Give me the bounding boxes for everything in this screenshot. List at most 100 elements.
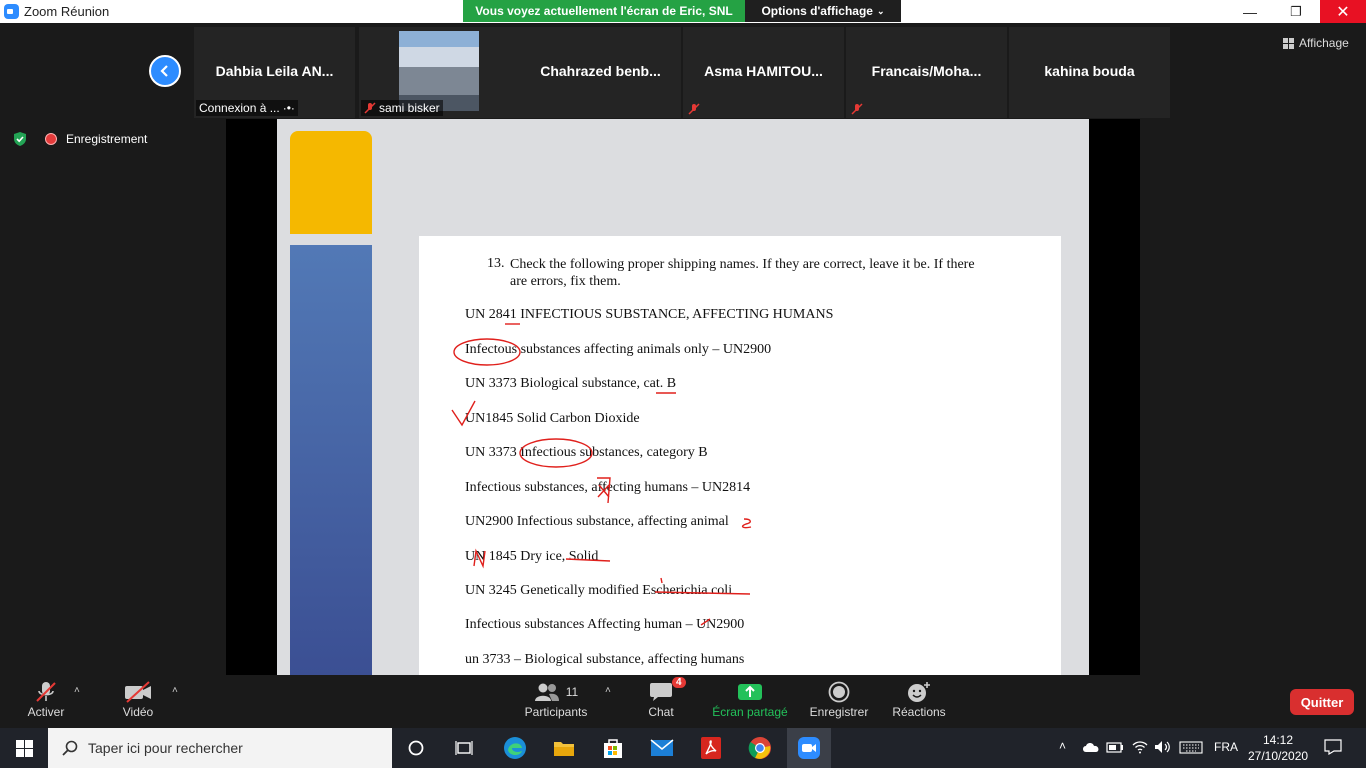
minimize-button[interactable]: — (1227, 0, 1273, 23)
layout-view-button[interactable]: Affichage (1283, 36, 1349, 50)
taskbar-app-acrobat[interactable] (696, 733, 726, 763)
reactions-button[interactable]: Réactions (890, 679, 948, 719)
show-hidden-icons-chevron-icon[interactable]: ˄ (1059, 739, 1066, 753)
document-line: UN2900 Infectious substance, affecting a… (465, 514, 729, 529)
unmute-button[interactable]: Activer (24, 679, 68, 719)
layout-view-label: Affichage (1299, 36, 1349, 50)
taskbar-app-store[interactable] (598, 733, 628, 763)
record-icon (828, 681, 850, 703)
document-line: UN 3373 Biological substance, cat. B (465, 376, 677, 391)
document-line: Infectious substances, affecting humans … (465, 480, 751, 495)
taskbar-app-mail[interactable] (647, 733, 677, 763)
participant-footer: Connexion à ... ·•· (196, 100, 298, 116)
video-label: Vidéo (122, 705, 154, 719)
chat-unread-badge: 4 (672, 677, 686, 688)
participants-label: Participants (524, 705, 588, 719)
task-view-button[interactable] (449, 733, 479, 763)
taskbar-clock[interactable]: 14:12 27/10/2020 (1248, 732, 1308, 764)
close-window-button[interactable]: ✕ (1320, 0, 1366, 23)
edge-browser-icon (504, 737, 526, 759)
question-number: 13. (487, 256, 505, 271)
share-screen-button[interactable]: Écran partagé (712, 679, 788, 719)
taskbar-search-box[interactable]: Taper ici pour rechercher (48, 728, 392, 768)
participants-icon (534, 683, 559, 701)
video-off-icon (125, 681, 151, 703)
windows-logo-icon (15, 739, 33, 757)
close-icon: ✕ (1336, 3, 1350, 21)
audio-options-chevron-icon[interactable]: ˄ (74, 685, 80, 696)
share-screen-icon (738, 684, 762, 700)
document-line: UN 3373 Infectious substances, category … (465, 445, 708, 460)
taskbar-app-chrome[interactable] (745, 733, 775, 763)
folder-icon (554, 742, 574, 756)
participant-name: Dahbia Leila AN... (215, 63, 334, 79)
video-options-chevron-icon[interactable]: ˄ (172, 685, 178, 696)
recording-label[interactable]: Enregistrement (66, 132, 147, 146)
reactions-smiley-icon (908, 682, 930, 702)
participant-tile[interactable]: kahina bouda (1009, 27, 1170, 118)
muted-mic-icon (851, 103, 863, 115)
participant-name: Asma HAMITOU... (704, 63, 823, 79)
document-line: Infectous substances affecting animals o… (465, 342, 772, 357)
chevron-down-icon: ⌄ (876, 5, 885, 16)
keyboard-icon[interactable] (1179, 741, 1203, 754)
participant-footer (685, 102, 703, 116)
participant-name: Francais/Moha... (871, 63, 982, 79)
participant-tile[interactable]: Francais/Moha... (846, 27, 1007, 118)
leave-meeting-button[interactable]: Quitter (1290, 689, 1354, 715)
participants-options-chevron-icon[interactable]: ˄ (605, 685, 611, 696)
taskbar-app-zoom[interactable] (787, 728, 831, 768)
chat-label: Chat (648, 705, 674, 719)
clock-date: 27/10/2020 (1248, 749, 1309, 763)
start-button[interactable] (0, 728, 48, 768)
participant-footer: sami bisker (361, 100, 443, 116)
power-battery-icon[interactable] (1106, 740, 1124, 754)
participants-button[interactable]: 11 Participants (522, 679, 590, 719)
participant-name: kahina bouda (1044, 63, 1135, 79)
onedrive-cloud-icon[interactable] (1082, 741, 1100, 753)
document-line: UN 1845 Dry ice, Solid (465, 549, 599, 564)
document-line: Infectious substances Affecting human – … (465, 617, 745, 632)
participant-name: Chahrazed benb... (540, 63, 661, 79)
task-view-icon (455, 741, 473, 755)
store-bag-icon (604, 739, 622, 758)
participant-video-thumbnail (399, 31, 479, 111)
chat-button[interactable]: 4 Chat (641, 677, 686, 719)
participant-name: sami bisker (379, 101, 440, 115)
start-video-button[interactable]: Vidéo (118, 679, 158, 719)
participant-tile[interactable]: Asma HAMITOU... (683, 27, 844, 118)
input-language-indicator[interactable]: FRA (1214, 740, 1238, 754)
cortana-circle-icon (408, 740, 424, 756)
connection-dots-icon: ·•· (282, 101, 295, 115)
record-label: Enregistrer (809, 705, 869, 719)
taskbar-app-file-explorer[interactable] (549, 733, 579, 763)
window-title: Zoom Réunion (24, 4, 110, 19)
document-line: UN 3245 Genetically modified Escherichia… (465, 583, 733, 598)
question-text: Check the following proper shipping name… (510, 257, 975, 289)
participant-tile[interactable]: Dahbia Leila AN... Connexion à ... ·•· (194, 27, 355, 118)
view-options-button[interactable]: Options d'affichage ⌄ (745, 0, 901, 22)
view-options-label: Options d'affichage (761, 4, 873, 18)
participant-tile[interactable]: sami bisker (359, 27, 520, 118)
grid-icon (1283, 37, 1294, 49)
participant-tile[interactable]: Chahrazed benb... (520, 27, 681, 118)
zoom-app-icon (798, 737, 820, 759)
gallery-back-button[interactable] (149, 55, 181, 87)
security-shield-icon[interactable] (12, 131, 28, 147)
restore-button[interactable]: ❐ (1273, 0, 1319, 23)
muted-mic-icon (364, 102, 376, 114)
zoom-app-icon (4, 4, 19, 19)
notifications-icon[interactable] (1324, 739, 1342, 755)
recording-indicator-icon (45, 133, 57, 145)
search-icon (62, 740, 78, 756)
document-line: un 3733 – Biological substance, affectin… (465, 652, 745, 667)
muted-mic-icon (36, 682, 56, 702)
taskbar-app-edge[interactable] (500, 733, 530, 763)
screen-share-banner: Vous voyez actuellement l'écran de Eric,… (463, 0, 745, 22)
task-view-button[interactable] (401, 733, 431, 763)
participants-count: 11 (565, 685, 579, 699)
wifi-icon[interactable] (1132, 740, 1148, 754)
record-button[interactable]: Enregistrer (809, 679, 869, 719)
volume-icon[interactable] (1154, 740, 1172, 754)
mail-icon (650, 739, 674, 756)
